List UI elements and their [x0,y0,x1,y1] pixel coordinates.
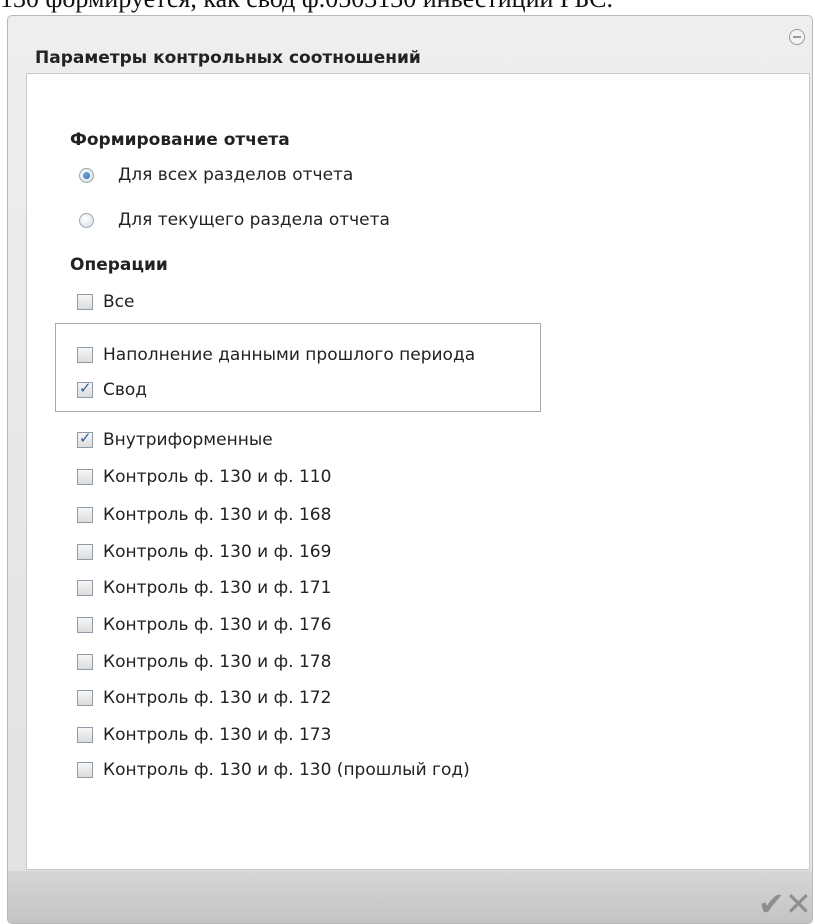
checkbox-control-173[interactable]: Контроль ф. 130 и ф. 173 [77,725,331,745]
checkbox-icon[interactable] [77,690,93,706]
checkbox-control-171[interactable]: Контроль ф. 130 и ф. 171 [77,578,331,598]
checkbox-icon[interactable] [77,580,93,596]
checkbox-all[interactable]: Все [77,292,134,312]
radio-selected-icon[interactable] [79,167,94,183]
dialog-header: Параметры контрольных соотношений [8,16,812,73]
checkbox-icon[interactable] [77,469,93,485]
radio-unselected-icon[interactable] [79,212,94,228]
checkbox-control-168[interactable]: Контроль ф. 130 и ф. 168 [77,505,331,525]
checkbox-control-173-label: Контроль ф. 130 и ф. 173 [103,725,332,745]
checkbox-control-110-label: Контроль ф. 130 и ф. 110 [103,467,332,487]
checkbox-control-176[interactable]: Контроль ф. 130 и ф. 176 [77,615,331,635]
checkbox-control-178-label: Контроль ф. 130 и ф. 178 [103,652,332,672]
report-heading: Формирование отчета [70,130,290,150]
checkbox-checked-icon[interactable]: ✓ [77,379,93,398]
radio-all-sections[interactable]: Для всех разделов отчета [79,165,353,185]
checkbox-icon[interactable] [77,347,93,363]
close-icon[interactable]: ✕ [785,888,812,920]
checkbox-control-169-label: Контроль ф. 130 и ф. 169 [103,542,332,562]
checkbox-control-172[interactable]: Контроль ф. 130 и ф. 172 [77,688,331,708]
checkbox-control-176-label: Контроль ф. 130 и ф. 176 [103,615,332,635]
checkbox-icon[interactable] [77,727,93,743]
collapse-icon[interactable] [789,29,805,45]
checkbox-control-172-label: Контроль ф. 130 и ф. 172 [103,688,332,708]
checkbox-icon[interactable] [77,294,93,310]
checkbox-intraform-label: Внутриформенные [103,430,273,450]
checkbox-control-168-label: Контроль ф. 130 и ф. 168 [103,505,332,525]
checkbox-icon[interactable] [77,617,93,633]
checkbox-checked-icon[interactable]: ✓ [77,429,93,448]
checkbox-prev-period-fill[interactable]: Наполнение данными прошлого периода [77,345,475,365]
operations-heading: Операции [70,255,168,275]
checkbox-icon[interactable] [77,544,93,560]
checkbox-all-label: Все [103,292,135,312]
checkbox-control-110[interactable]: Контроль ф. 130 и ф. 110 [77,467,331,487]
checkbox-control-130-prev-year[interactable]: Контроль ф. 130 и ф. 130 (прошлый год) [77,760,470,780]
ok-checkmark-icon[interactable]: ✔ [758,888,785,920]
checkbox-control-169[interactable]: Контроль ф. 130 и ф. 169 [77,542,331,562]
checkbox-icon[interactable] [77,654,93,670]
checkbox-icon[interactable] [77,762,93,778]
checkbox-svod-label: Свод [103,380,148,400]
checkbox-intraform[interactable]: ✓ Внутриформенные [77,429,273,450]
radio-current-section-label: Для текущего раздела отчета [118,210,390,230]
checkbox-control-171-label: Контроль ф. 130 и ф. 171 [103,578,332,598]
checkbox-svod[interactable]: ✓ Свод [77,379,148,400]
checkbox-control-178[interactable]: Контроль ф. 130 и ф. 178 [77,652,331,672]
checkbox-icon[interactable] [77,507,93,523]
checkbox-prev-period-fill-label: Наполнение данными прошлого периода [103,345,476,365]
checkbox-control-130-prev-year-label: Контроль ф. 130 и ф. 130 (прошлый год) [103,760,470,780]
radio-current-section[interactable]: Для текущего раздела отчета [79,210,390,230]
radio-all-sections-label: Для всех разделов отчета [118,165,354,185]
dialog-footer [8,871,812,923]
dialog-title: Параметры контрольных соотношений [35,48,421,68]
